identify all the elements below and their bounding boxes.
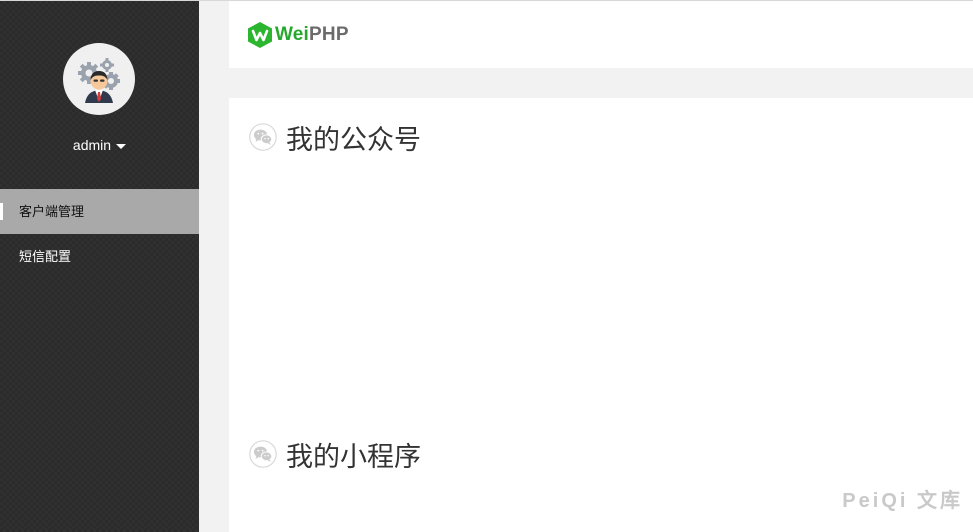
section-official-accounts: 我的公众号 [249, 120, 421, 155]
username: admin [72, 137, 112, 153]
caret-down-icon [116, 143, 127, 149]
logo-text-wei: Wei [275, 24, 310, 45]
logo-hexagon-icon [248, 22, 272, 48]
section-mini-programs: 我的小程序 [249, 437, 421, 472]
user-avatar-icon [78, 58, 120, 103]
main-content: 我的公众号 我的小程序 PeiQi 文库 [229, 98, 973, 532]
sidebar-item-client-management[interactable]: 客户端管理 [0, 189, 199, 234]
wechat-icon [249, 440, 277, 468]
watermark-text: PeiQi 文库 [842, 490, 963, 512]
section-title-text: 我的公众号 [286, 124, 421, 155]
sidebar: admin 客户端管理 短信配置 [0, 1, 199, 532]
weiphp-logo[interactable]: WeiPHP [248, 22, 349, 48]
sidebar-item-sms-config[interactable]: 短信配置 [0, 234, 199, 279]
wechat-icon [249, 123, 277, 151]
top-header: WeiPHP [229, 1, 973, 68]
sidebar-nav: 客户端管理 短信配置 [0, 189, 199, 279]
user-dropdown[interactable]: admin [0, 135, 199, 155]
logo-text-php: PHP [309, 24, 349, 45]
logo-text: WeiPHP [275, 22, 349, 48]
avatar[interactable] [63, 43, 135, 115]
section-title-text: 我的小程序 [286, 441, 421, 472]
sidebar-item-label: 客户端管理 [19, 204, 85, 219]
sidebar-item-label: 短信配置 [19, 249, 72, 264]
